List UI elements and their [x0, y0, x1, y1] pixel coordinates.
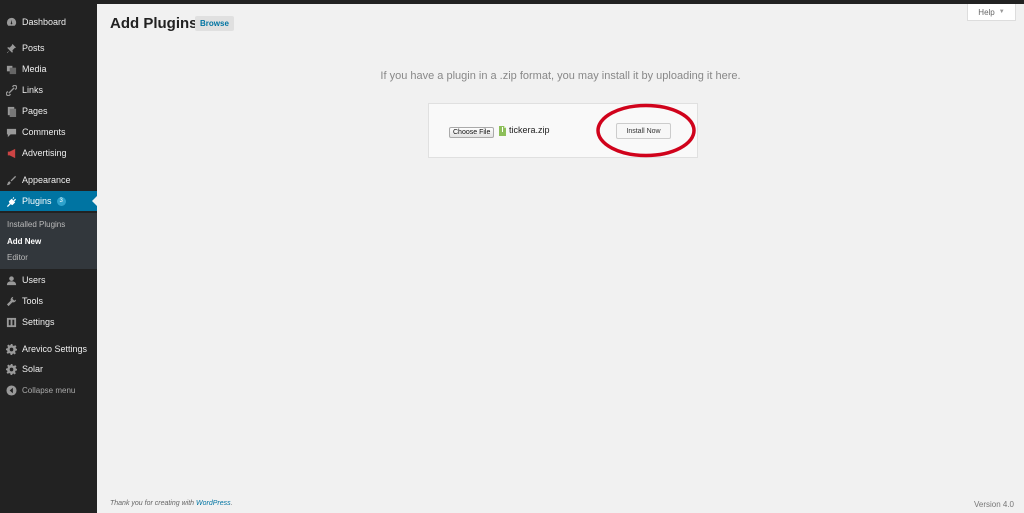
- choose-file-button[interactable]: Choose File: [449, 127, 495, 138]
- sidebar-item-users[interactable]: Users: [0, 270, 97, 290]
- sidebar-item-appearance[interactable]: Appearance: [0, 170, 97, 190]
- wrench-icon: [5, 295, 17, 307]
- pin-icon: [5, 42, 17, 54]
- sidebar-item-dashboard[interactable]: Dashboard: [0, 12, 97, 32]
- sidebar-item-settings[interactable]: Settings: [0, 312, 97, 332]
- link-icon: [5, 84, 17, 96]
- active-indicator-arrow: [92, 196, 97, 206]
- plugin-update-badge: 3: [56, 196, 66, 206]
- plug-icon: [5, 195, 17, 207]
- sidebar-item-label: Arevico Settings: [22, 344, 88, 354]
- sidebar-item-label: Settings: [22, 317, 55, 327]
- sidebar-item-solar[interactable]: Solar: [0, 359, 97, 379]
- collapse-icon: [5, 384, 17, 396]
- sidebar-item-comments[interactable]: Comments: [0, 122, 97, 142]
- sidebar-item-arevico-settings[interactable]: Arevico Settings: [0, 339, 97, 359]
- megaphone-icon: [5, 147, 17, 159]
- sidebar-item-label: Users: [22, 275, 46, 285]
- sidebar-item-label: Plugins: [22, 196, 52, 206]
- submenu-item-installed-plugins[interactable]: Installed Plugins: [7, 220, 65, 234]
- chevron-down-icon: ▼: [998, 9, 1005, 15]
- gear-icon: [5, 363, 17, 375]
- selected-file-name: tickera.zip: [509, 125, 550, 135]
- sidebar-item-links[interactable]: Links: [0, 80, 97, 100]
- submenu-item-editor[interactable]: Editor: [7, 253, 28, 267]
- sidebar-item-posts[interactable]: Posts: [0, 38, 97, 58]
- sidebar-item-label: Pages: [22, 106, 48, 116]
- submenu-item-add-new[interactable]: Add New: [7, 237, 41, 251]
- browse-button[interactable]: Browse: [195, 16, 234, 31]
- sidebar-item-plugins[interactable]: Plugins 3: [0, 191, 97, 211]
- user-icon: [5, 274, 17, 286]
- sidebar-item-label: Solar: [22, 364, 44, 374]
- top-bar: [0, 0, 1024, 4]
- plugins-submenu: Installed Plugins Add New Editor: [0, 213, 97, 269]
- footer-credit: Thank you for creating with WordPress.: [110, 500, 233, 507]
- version-label: Version 4.0: [973, 500, 1014, 509]
- comment-icon: [5, 126, 17, 138]
- sidebar-item-label: Tools: [22, 296, 44, 306]
- settings-icon: [5, 316, 17, 328]
- sidebar-item-label: Collapse menu: [22, 385, 76, 395]
- sidebar-item-label: Advertising: [22, 148, 67, 158]
- install-now-button[interactable]: Install Now: [616, 123, 671, 139]
- upload-instructions: If you have a plugin in a .zip format, y…: [380, 70, 741, 82]
- sidebar-item-label: Dashboard: [22, 17, 67, 27]
- gear-icon: [5, 343, 17, 355]
- pages-icon: [5, 105, 17, 117]
- sidebar-item-advertising[interactable]: Advertising: [0, 143, 97, 163]
- sidebar-item-label: Appearance: [22, 175, 71, 185]
- sidebar-item-label: Comments: [22, 127, 66, 137]
- sidebar-item-label: Links: [22, 85, 44, 95]
- brush-icon: [5, 174, 17, 186]
- sidebar-item-pages[interactable]: Pages: [0, 101, 97, 121]
- upload-form: Choose File tickera.zip Install Now: [428, 103, 698, 158]
- wordpress-link[interactable]: WordPress: [196, 500, 231, 507]
- collapse-menu-button[interactable]: Collapse menu: [0, 380, 97, 400]
- sidebar-item-label: Posts: [22, 43, 45, 53]
- help-tab[interactable]: Help ▼: [967, 4, 1016, 21]
- zip-file-icon: [499, 126, 506, 136]
- sidebar-item-tools[interactable]: Tools: [0, 291, 97, 311]
- dashboard-icon: [5, 16, 17, 28]
- help-label: Help: [978, 7, 995, 17]
- footer-thanks-text: Thank you for creating with: [110, 500, 196, 507]
- footer-period: .: [230, 500, 233, 507]
- page-title: Add Plugins: [110, 15, 198, 32]
